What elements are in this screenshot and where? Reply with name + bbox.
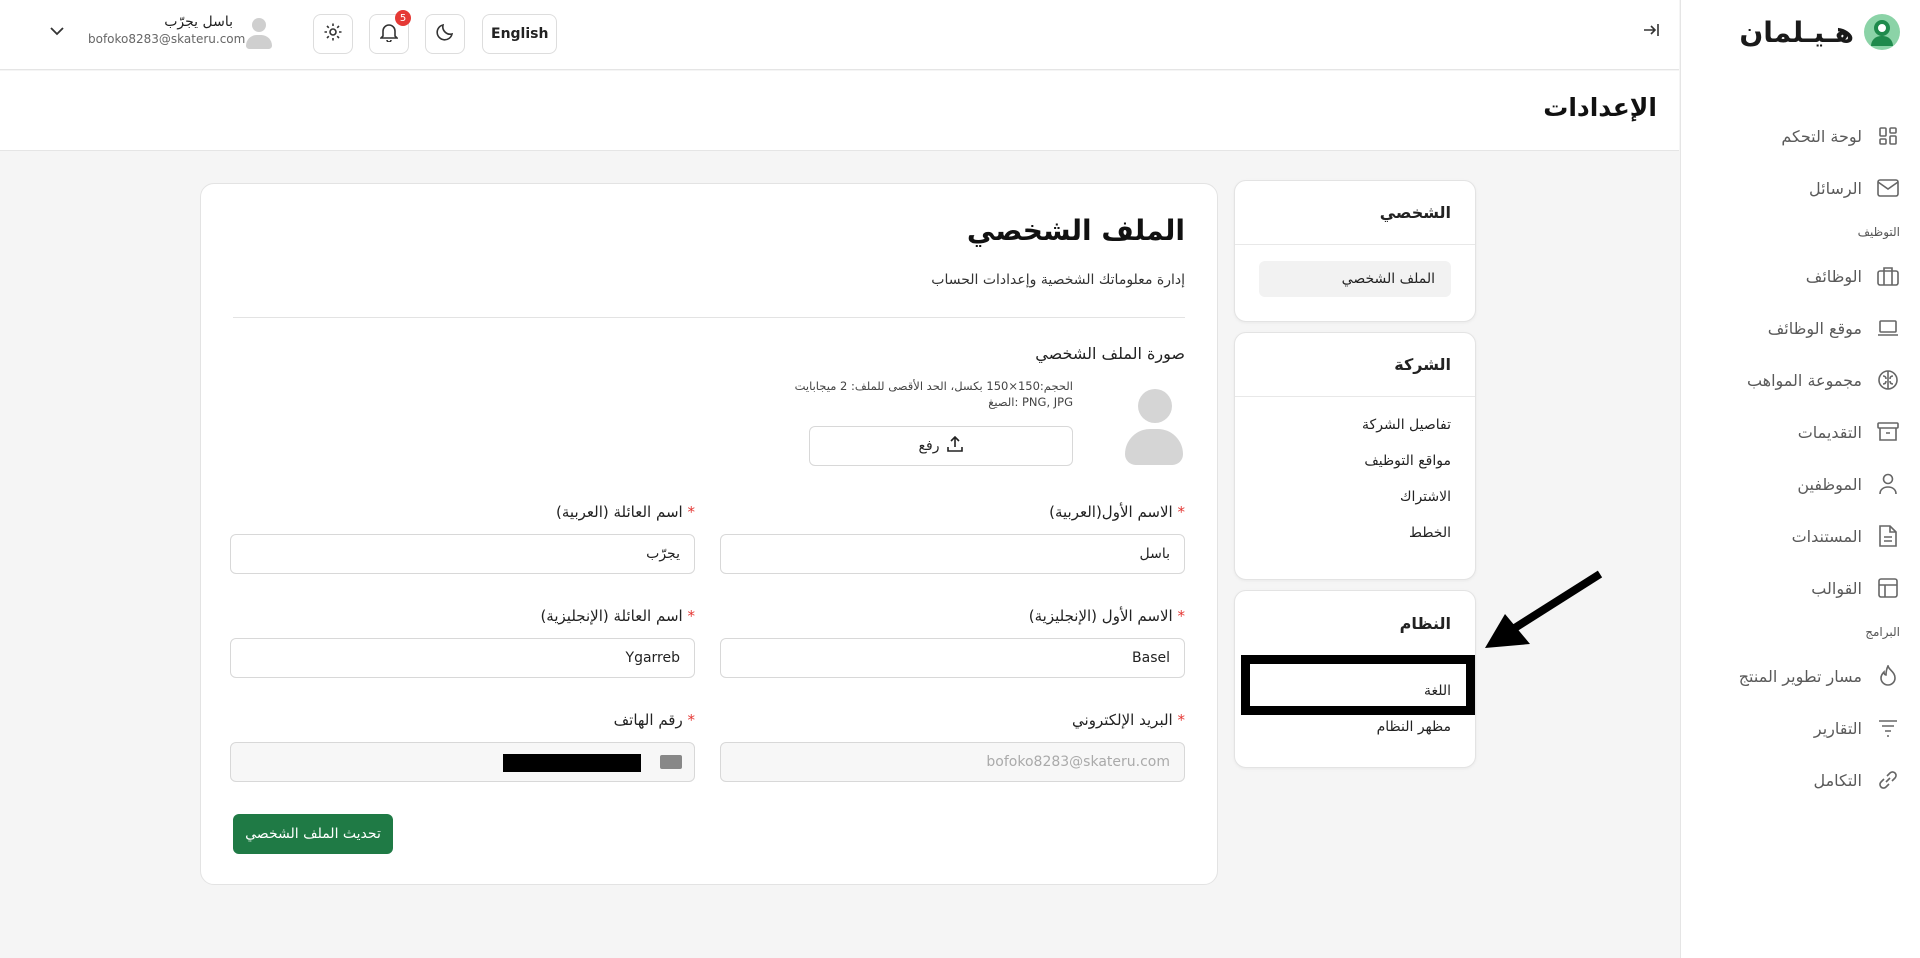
sidebar-nav: لوحة التحكم الرسائل التوظيف الوظائف موقع… <box>1680 110 1920 806</box>
sidebar-item-dashboard[interactable]: لوحة التحكم <box>1680 110 1920 162</box>
profile-subtitle: إدارة معلوماتك الشخصية وإعدادات الحساب <box>931 272 1185 288</box>
logo-icon <box>1864 14 1900 50</box>
sidebar-item-label: التقارير <box>1813 718 1862 738</box>
last-name-en-input[interactable] <box>230 638 695 678</box>
moon-icon <box>435 22 455 46</box>
sidebar-item-jobs-site[interactable]: موقع الوظائف <box>1680 302 1920 354</box>
country-flag-icon[interactable] <box>660 755 682 769</box>
photo-label: صورة الملف الشخصي <box>1035 344 1185 363</box>
profile-photo-avatar <box>1125 389 1185 469</box>
link-icon <box>1876 768 1900 792</box>
sidebar-item-label: القوالب <box>1811 578 1862 598</box>
sidebar-item-label: موقع الوظائف <box>1767 318 1862 338</box>
sidebar-item-reports[interactable]: التقارير <box>1680 702 1920 754</box>
user-email: bofoko8283@skateru.com <box>88 32 246 46</box>
company-section-title: الشركة <box>1235 333 1475 397</box>
settings-link-plans[interactable]: الخطط <box>1235 515 1475 551</box>
sidebar-item-label: التكامل <box>1813 770 1862 790</box>
flame-icon <box>1876 664 1900 688</box>
sidebar-item-applications[interactable]: التقديمات <box>1680 406 1920 458</box>
file-icon <box>1876 524 1900 548</box>
notification-badge: 5 <box>395 10 411 26</box>
profile-title: الملف الشخصي <box>966 214 1185 247</box>
briefcase-icon <box>1876 264 1900 288</box>
sidebar-item-label: لوحة التحكم <box>1781 126 1862 146</box>
sidebar-item-messages[interactable]: الرسائل <box>1680 162 1920 214</box>
user-menu-chevron-icon[interactable] <box>50 24 64 40</box>
bell-icon <box>379 22 399 46</box>
sidebar-item-label: الموظفين <box>1797 474 1862 494</box>
first-name-ar-input[interactable] <box>720 534 1185 574</box>
upload-button[interactable]: رفع <box>809 426 1073 466</box>
page-title-bar: الإعدادات <box>0 71 1679 151</box>
sidebar-item-label: الوظائف <box>1805 266 1862 286</box>
photo-hint-size: الحجم:150×150 بكسل، الحد الأقصى للملف: 2… <box>794 379 1073 393</box>
update-profile-button[interactable]: تحديث الملف الشخصي <box>233 814 393 854</box>
redacted-phone-number <box>503 754 641 772</box>
laptop-icon <box>1876 316 1900 340</box>
theme-toggle-button[interactable] <box>425 14 465 54</box>
sidebar-item-label: التقديمات <box>1797 422 1862 442</box>
filter-icon <box>1876 716 1900 740</box>
last-name-ar-label: اسم العائلة (العربية) * <box>556 503 695 521</box>
upload-icon <box>947 435 964 456</box>
photo-hint-format: الصيغ: PNG, JPG <box>988 395 1073 409</box>
sidebar-item-documents[interactable]: المستندات <box>1680 510 1920 562</box>
first-name-ar-label: الاسم الأول(العربية) * <box>1049 503 1185 521</box>
sidebar-item-label: مسار تطوير المنتج <box>1738 666 1862 686</box>
page-title: الإعدادات <box>1543 93 1657 122</box>
avatar[interactable] <box>246 18 272 54</box>
profile-card: الملف الشخصي إدارة معلوماتك الشخصية وإعد… <box>200 183 1218 885</box>
notifications-button[interactable]: 5 <box>369 10 411 54</box>
sidebar-item-label: مجموعة المواهب <box>1746 370 1862 390</box>
section-recruitment: التوظيف <box>1857 225 1900 239</box>
collapse-sidebar-icon[interactable] <box>1643 22 1659 41</box>
mail-icon <box>1876 176 1900 200</box>
settings-link-job-sites[interactable]: مواقع التوظيف <box>1235 443 1475 479</box>
user-name: باسل يجرّب <box>164 14 233 30</box>
system-section-title: النظام <box>1399 613 1451 633</box>
user-icon <box>1876 472 1900 496</box>
section-programs: البرامج <box>1865 625 1900 639</box>
upload-label: رفع <box>918 438 940 454</box>
top-header: باسل يجرّب bofoko8283@skateru.com 5 Engl… <box>0 0 1679 70</box>
first-name-en-input[interactable] <box>720 638 1185 678</box>
last-name-ar-input[interactable] <box>230 534 695 574</box>
language-button[interactable]: English <box>482 14 558 54</box>
inbox-icon <box>1876 420 1900 444</box>
sidebar-item-label: الرسائل <box>1809 178 1862 198</box>
settings-personal-card: الشخصي الملف الشخصي <box>1234 180 1476 322</box>
settings-link-subscription[interactable]: الاشتراك <box>1235 479 1475 515</box>
brand-logo[interactable]: هـيـلمان <box>1739 14 1900 50</box>
sidebar-item-jobs[interactable]: الوظائف <box>1680 250 1920 302</box>
annotation-highlight-box <box>1241 655 1475 715</box>
brain-icon <box>1876 368 1900 392</box>
email-label: البريد الإلكتروني * <box>1072 711 1185 729</box>
phone-label: رقم الهاتف * <box>613 711 695 729</box>
divider <box>233 317 1185 318</box>
phone-field[interactable] <box>230 742 695 782</box>
template-icon <box>1876 576 1900 600</box>
email-field <box>720 742 1185 782</box>
sidebar-item-templates[interactable]: القوالب <box>1680 562 1920 614</box>
settings-link-profile[interactable]: الملف الشخصي <box>1259 261 1451 297</box>
sidebar-item-integration[interactable]: التكامل <box>1680 754 1920 806</box>
user-info[interactable]: باسل يجرّب bofoko8283@skateru.com <box>88 14 246 46</box>
settings-button[interactable] <box>313 14 353 54</box>
last-name-en-label: اسم العائلة (الإنجليزية) * <box>540 607 695 625</box>
brand-name: هـيـلمان <box>1739 15 1854 49</box>
sidebar-item-label: المستندات <box>1791 526 1862 546</box>
gear-icon <box>323 22 343 46</box>
sidebar-item-talent-pool[interactable]: مجموعة المواهب <box>1680 354 1920 406</box>
annotation-arrow-icon <box>1485 570 1603 648</box>
settings-company-card: الشركة تفاصيل الشركة مواقع التوظيف الاشت… <box>1234 332 1476 580</box>
main-sidebar: هـيـلمان لوحة التحكم الرسائل التوظيف الو… <box>1680 0 1920 958</box>
sidebar-item-product-roadmap[interactable]: مسار تطوير المنتج <box>1680 650 1920 702</box>
sidebar-item-employees[interactable]: الموظفين <box>1680 458 1920 510</box>
dashboard-icon <box>1876 124 1900 148</box>
first-name-en-label: الاسم الأول (الإنجليزية) * <box>1028 607 1185 625</box>
settings-link-company-details[interactable]: تفاصيل الشركة <box>1235 407 1475 443</box>
photo-hint: الحجم:150×150 بكسل، الحد الأقصى للملف: 2… <box>795 378 1073 410</box>
personal-section-title: الشخصي <box>1235 181 1475 245</box>
